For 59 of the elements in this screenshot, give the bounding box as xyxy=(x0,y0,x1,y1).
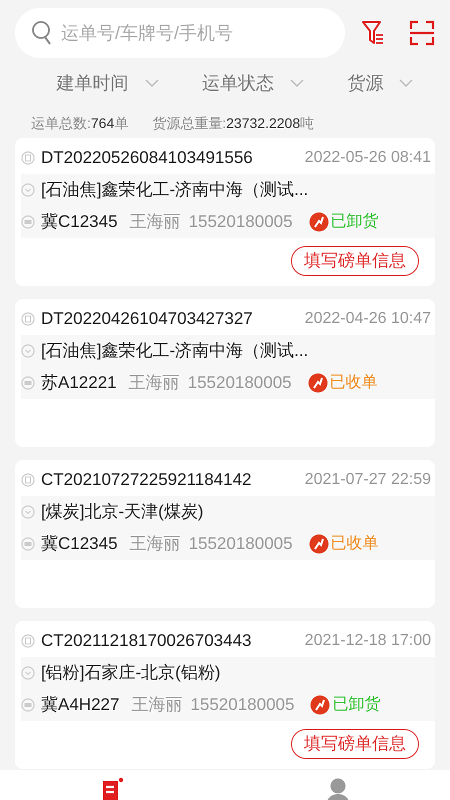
driver-name: 王海丽 xyxy=(131,694,182,716)
search-field[interactable]: 运单号/车牌号/手机号 xyxy=(15,8,345,58)
document-icon xyxy=(21,312,35,326)
status-icon xyxy=(310,695,330,715)
order-card[interactable]: DT20220526084103491556 2022-05-26 08:41 [石油焦]鑫荣化工-济南中海（测试... 冀C12345 王海丽 15520180005 已卸货 填写磅单信息 xyxy=(15,138,435,286)
chevron-circle-icon xyxy=(21,183,35,197)
status-icon xyxy=(308,212,329,232)
order-card[interactable]: DT20220426104703427327 2022-04-26 10:47 [石油焦]鑫荣化工-济南中海（测试... 苏A12221 王海丽 15520180005 已收单 xyxy=(15,299,435,447)
total-count: 运单总数:764单 xyxy=(31,114,128,132)
plate-number: 苏A12221 xyxy=(41,372,117,394)
status-label: 已收单 xyxy=(330,534,379,554)
chevron-icon xyxy=(290,78,304,88)
order-time: 2021-12-18 17:00 xyxy=(304,631,431,651)
status-label: 已卸货 xyxy=(330,212,379,232)
plate-number: 冀C12345 xyxy=(41,211,118,234)
chevron-icon xyxy=(399,78,414,88)
route-text: [煤炭]北京-天津(煤炭) xyxy=(41,501,204,524)
order-time: 2021-07-27 22:59 xyxy=(304,470,431,490)
filter-dropdown[interactable]: 建单时间 xyxy=(56,70,159,96)
chevron-icon xyxy=(144,78,159,88)
document-icon xyxy=(21,634,35,648)
order-number: CT20210727225921184142 xyxy=(41,469,252,492)
filter-dropdown[interactable]: 货源 xyxy=(347,70,414,96)
order-number: DT20220426104703427327 xyxy=(41,308,253,330)
scan-icon[interactable] xyxy=(409,20,435,46)
phone-number: 15520180005 xyxy=(188,533,293,556)
phone-number: 15520180005 xyxy=(190,694,294,716)
status-icon xyxy=(308,534,329,554)
driver-name: 王海丽 xyxy=(128,372,180,394)
filter-dropdown[interactable]: 运单状态 xyxy=(202,70,304,96)
status-icon xyxy=(308,373,328,393)
chevron-circle-icon xyxy=(21,666,35,680)
fill-weighbill-button[interactable]: 填写磅单信息 xyxy=(291,246,419,276)
order-time: 2022-04-26 10:47 xyxy=(304,309,431,329)
driver-name: 王海丽 xyxy=(130,533,181,556)
fill-weighbill-button[interactable]: 填写磅单信息 xyxy=(291,729,419,759)
status-label: 已收单 xyxy=(330,373,378,393)
chevron-circle-icon xyxy=(21,505,35,519)
order-number: CT20211218170026703443 xyxy=(41,630,252,652)
order-time: 2022-05-26 08:41 xyxy=(304,148,431,168)
filter-icon[interactable] xyxy=(361,20,385,46)
document-icon xyxy=(21,151,35,165)
phone-number: 15520180005 xyxy=(188,211,293,234)
chevron-circle-icon xyxy=(21,344,35,358)
order-card[interactable]: CT20211218170026703443 2021-12-18 17:00 [铝粉]石家庄-北京(铝粉) 冀A4H227 王海丽 15520180005 已卸货 填写磅单信息 xyxy=(15,621,435,769)
phone-number: 15520180005 xyxy=(188,372,292,394)
plate-number: 冀C12345 xyxy=(41,533,118,556)
route-text: [石油焦]鑫荣化工-济南中海（测试... xyxy=(41,179,308,202)
route-text: [铝粉]石家庄-北京(铝粉) xyxy=(41,662,220,684)
document-tab-icon[interactable] xyxy=(100,777,124,800)
order-number: DT20220526084103491556 xyxy=(41,147,253,170)
status-label: 已卸货 xyxy=(332,695,380,715)
search-icon xyxy=(31,20,53,46)
order-card[interactable]: CT20210727225921184142 2021-07-27 22:59 [煤炭]北京-天津(煤炭) 冀C12345 王海丽 15520180005 已收单 xyxy=(15,460,435,608)
driver-name: 王海丽 xyxy=(130,211,181,234)
total-weight: 货源总重量:23732.2208吨 xyxy=(152,114,314,132)
document-icon xyxy=(21,473,35,487)
plate-number: 冀A4H227 xyxy=(41,694,120,716)
route-text: [石油焦]鑫荣化工-济南中海（测试... xyxy=(41,340,308,362)
